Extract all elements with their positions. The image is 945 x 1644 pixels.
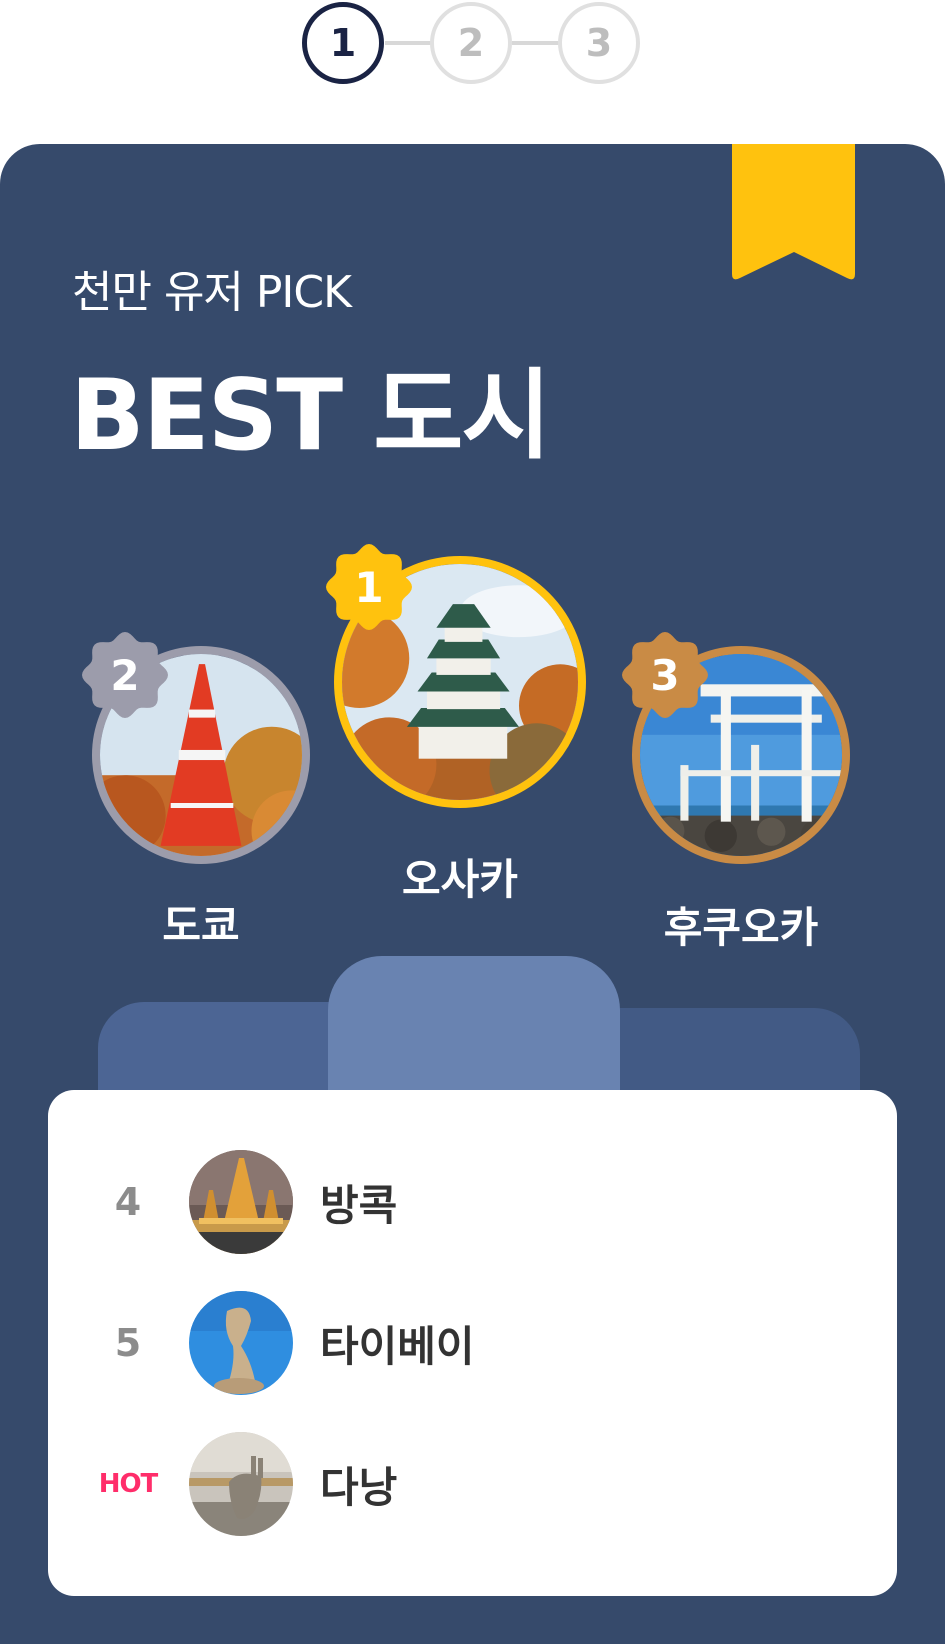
bangkok-thumbnail: [189, 1150, 293, 1254]
ranking-list: 4 방콕 5 타이베이 HOT 다낭: [48, 1090, 897, 1596]
bookmark-ribbon-icon: [732, 144, 855, 282]
hot-badge: HOT: [98, 1469, 159, 1499]
city-name-fukuoka: 후쿠오카: [663, 903, 819, 952]
city-name: 방콕: [320, 1180, 398, 1230]
rank-number: 4: [114, 1180, 142, 1224]
rank-badge-2: 2: [80, 630, 170, 720]
step-1[interactable]: 1: [302, 2, 384, 84]
rank-badge-1: 1: [324, 542, 414, 632]
best-cities-card: 천만 유저 PICK BEST 도시 2 도쿄 1 오사카 3 후쿠오카 4 방…: [0, 144, 945, 1644]
city-name: 타이베이: [320, 1321, 475, 1371]
section-title: BEST 도시: [70, 359, 552, 473]
progress-stepper: 1 2 3: [0, 0, 945, 90]
list-item-taipei[interactable]: 5 타이베이: [48, 1291, 897, 1395]
step-2[interactable]: 2: [430, 2, 512, 84]
city-name-osaka: 오사카: [402, 855, 518, 904]
rank-badge-3: 3: [620, 630, 710, 720]
step-3[interactable]: 3: [558, 2, 640, 84]
taipei-thumbnail: [189, 1291, 293, 1395]
danang-thumbnail: [189, 1432, 293, 1536]
list-item-bangkok[interactable]: 4 방콕: [48, 1150, 897, 1254]
city-name: 다낭: [320, 1462, 398, 1512]
section-subtitle: 천만 유저 PICK: [72, 267, 352, 318]
city-name-tokyo: 도쿄: [162, 901, 240, 950]
rank-number: 5: [114, 1321, 142, 1365]
list-item-danang[interactable]: HOT 다낭: [48, 1432, 897, 1536]
